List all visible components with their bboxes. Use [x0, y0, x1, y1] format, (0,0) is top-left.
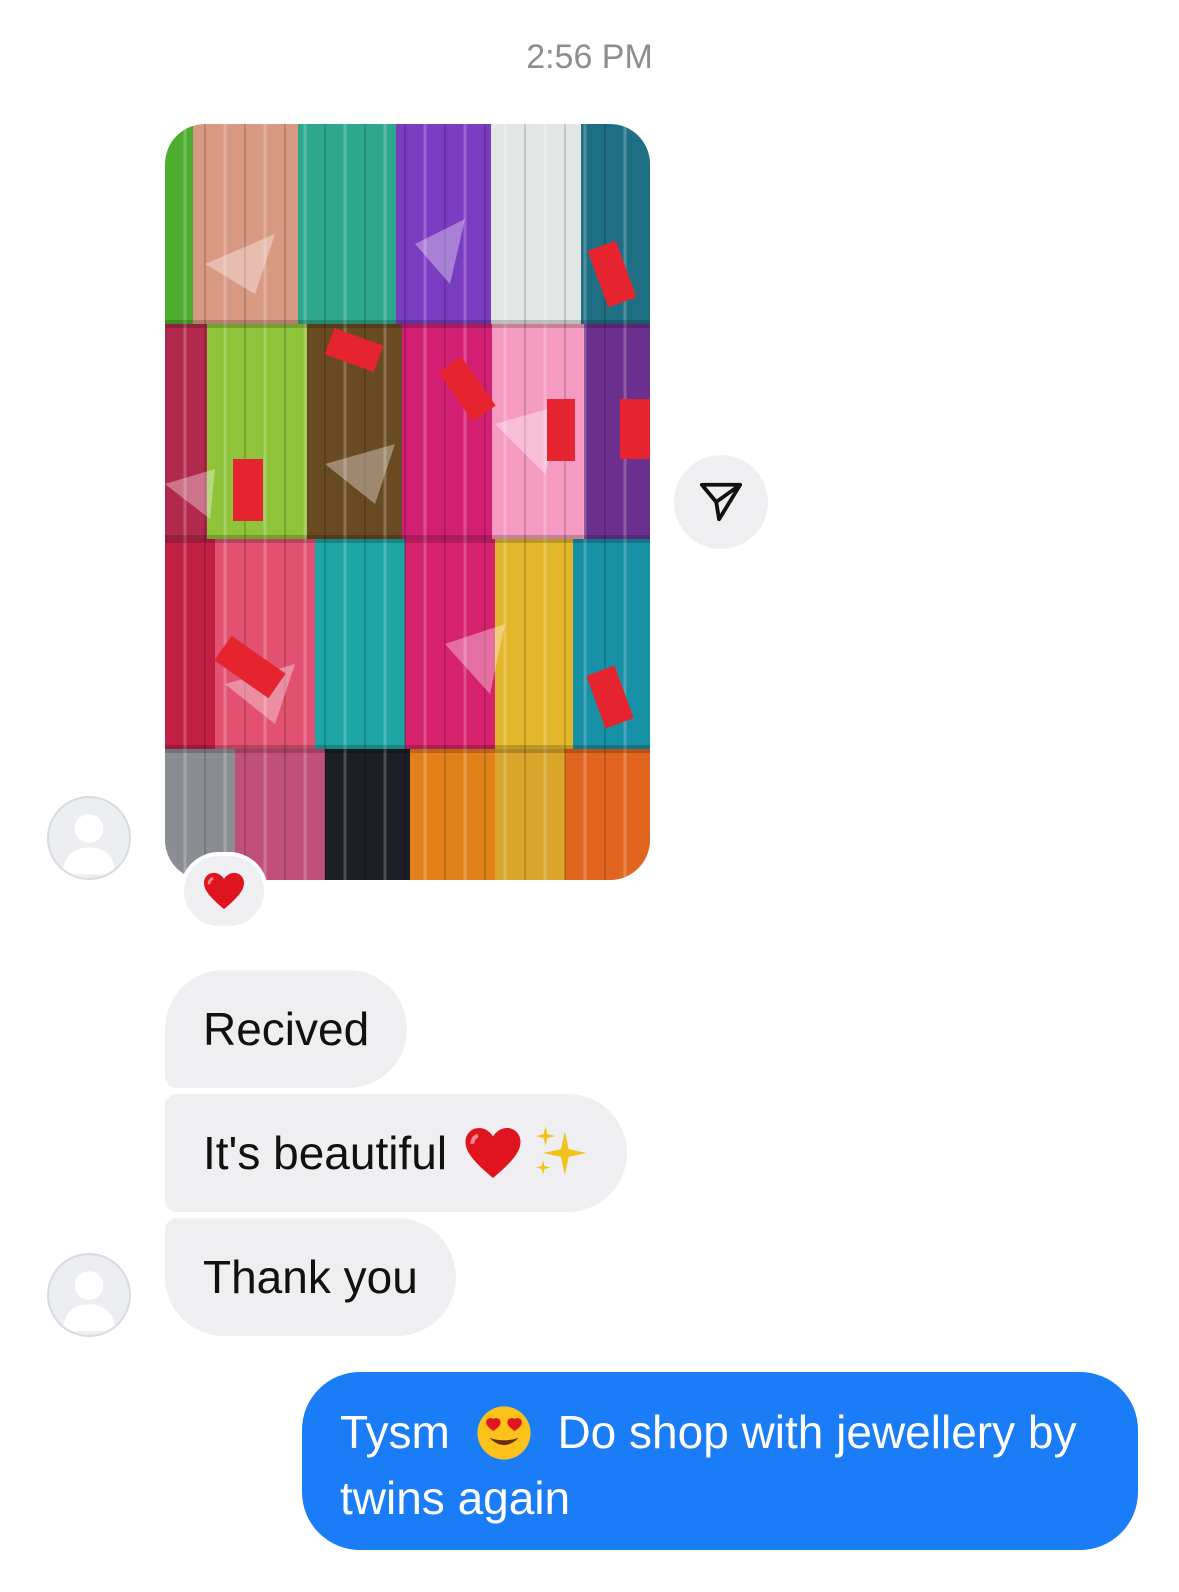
- heart-eyes-emoji-icon: [477, 1406, 531, 1460]
- heart-emoji-icon: [204, 872, 244, 910]
- message-text: Recived: [203, 1003, 370, 1055]
- share-button[interactable]: [674, 455, 768, 549]
- message-text: Thank you: [203, 1251, 418, 1303]
- message-text: Tysm: [340, 1406, 450, 1458]
- incoming-message[interactable]: Thank you: [165, 1218, 456, 1336]
- chat-thread: 2:56 PM Recived It's beautiful Thank you…: [0, 0, 1179, 1592]
- default-profile-icon: [62, 1271, 116, 1332]
- default-profile-icon: [62, 814, 116, 875]
- message-text: Do shop with jewellery by: [557, 1406, 1077, 1458]
- paper-plane-icon: [699, 482, 743, 522]
- avatar[interactable]: [47, 796, 131, 880]
- bangles-photo: [165, 124, 650, 880]
- outgoing-message[interactable]: Tysm Do shop with jewellery by twins aga…: [302, 1372, 1138, 1550]
- avatar[interactable]: [47, 1253, 131, 1337]
- photo-message[interactable]: [165, 124, 650, 880]
- reaction-badge[interactable]: [180, 852, 268, 930]
- sparkles-emoji-icon: [535, 1126, 587, 1175]
- message-line-2: twins again: [340, 1471, 571, 1524]
- timestamp: 2:56 PM: [526, 38, 653, 76]
- incoming-message[interactable]: Recived: [165, 970, 408, 1088]
- message-line-1: Tysm Do shop with jewellery by: [340, 1402, 1100, 1468]
- incoming-message[interactable]: It's beautiful: [165, 1094, 628, 1212]
- heart-emoji-icon: [465, 1128, 521, 1178]
- message-text: It's beautiful: [203, 1127, 448, 1179]
